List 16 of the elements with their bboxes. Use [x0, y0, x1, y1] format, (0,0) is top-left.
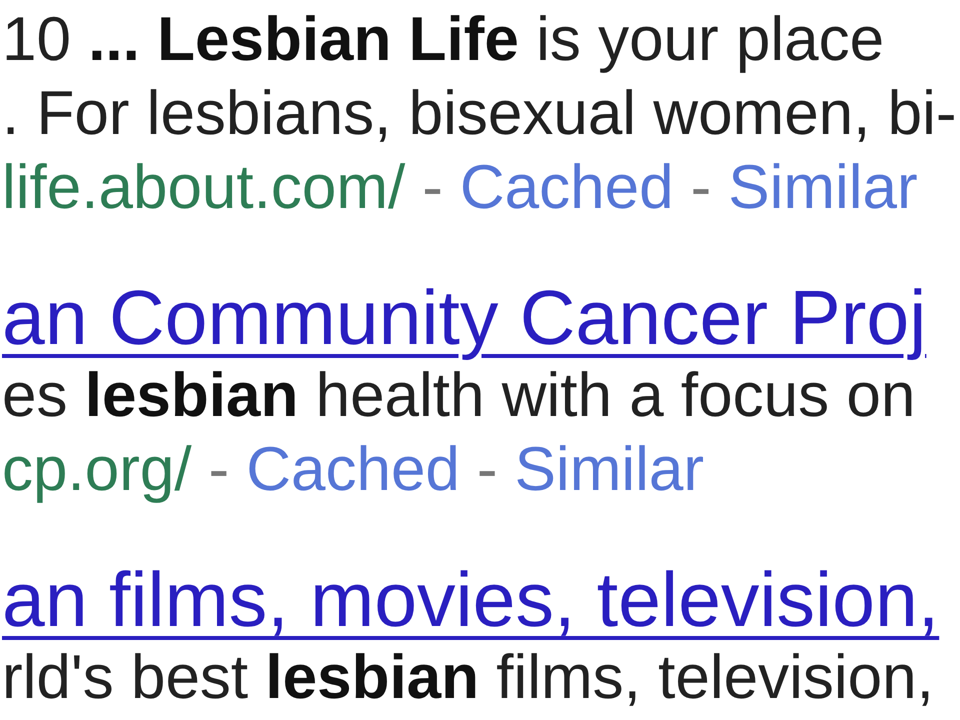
- result-link[interactable]: Similar: [728, 151, 918, 225]
- result-link[interactable]: Cached: [246, 433, 460, 507]
- result-url: life.about.com/: [2, 152, 406, 224]
- dash-separator: -: [422, 152, 443, 224]
- result-url: cp.org/: [2, 434, 192, 506]
- snippet-text: es lesbian health with a focus on: [2, 360, 916, 432]
- result-title-link[interactable]: an Community Cancer Proj: [2, 277, 926, 359]
- dash-separator: -: [208, 434, 230, 506]
- dash-separator: -: [690, 152, 712, 224]
- result-link[interactable]: Cached: [460, 151, 674, 225]
- result-title-link[interactable]: an films, movies, television,: [2, 559, 940, 641]
- dash-separator: -: [476, 434, 498, 506]
- snippet-text: . For lesbians, bisexual women, bi-: [2, 78, 957, 150]
- snippet-text: rld's best lesbian films, television,: [2, 642, 934, 714]
- result-link[interactable]: Similar: [514, 433, 704, 507]
- snippet-text: 10 ... Lesbian Life is your place: [2, 4, 884, 76]
